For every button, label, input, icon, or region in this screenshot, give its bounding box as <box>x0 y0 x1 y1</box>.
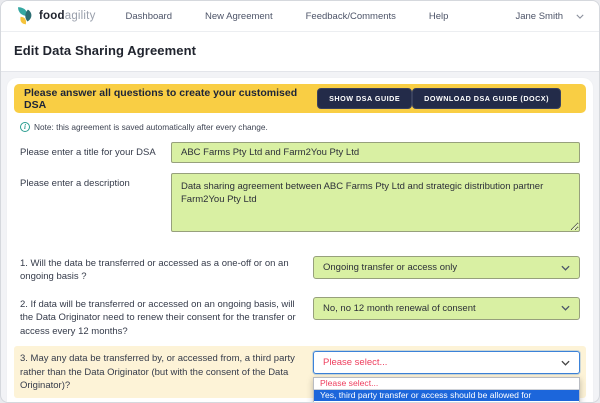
question-row-3: 3. May any data be transferred by, or ac… <box>14 346 586 402</box>
question-3-selected-value: Please select... <box>323 357 388 369</box>
question-3-text: 3. May any data be transferred by, or ac… <box>20 353 295 392</box>
question-1-selected-value: Ongoing transfer or access only <box>323 262 458 273</box>
chevron-down-icon <box>561 265 570 271</box>
brand-name-light: agility <box>64 10 96 22</box>
dropdown-option-please-select[interactable]: Please select... <box>314 378 579 391</box>
question-row-1: 1. Will the data be transferred or acces… <box>14 251 586 289</box>
question-2-select[interactable]: No, no 12 month renewal of consent <box>313 296 580 320</box>
info-icon: i <box>20 122 30 132</box>
question-1-select[interactable]: Ongoing transfer or access only <box>313 256 580 279</box>
main-nav: Dashboard New Agreement Feedback/Comment… <box>126 11 449 22</box>
question-2-selected-value: No, no 12 month renewal of consent <box>323 302 476 314</box>
dropdown-option-yes-third-party[interactable]: Yes, third party transfer or access shou… <box>314 390 579 402</box>
dsa-form-card: Please answer all questions to create yo… <box>7 78 593 402</box>
question-3-dropdown: Please select... Yes, third party transf… <box>313 377 580 402</box>
show-dsa-guide-button[interactable]: SHOW DSA GUIDE <box>317 88 413 109</box>
dsa-description-label: Please enter a description <box>20 178 130 189</box>
instruction-banner: Please answer all questions to create yo… <box>14 84 586 113</box>
chevron-down-icon <box>576 14 584 19</box>
nav-item-dashboard[interactable]: Dashboard <box>126 11 172 22</box>
chevron-down-icon <box>561 360 570 366</box>
question-row-2: 2. If data will be transferred or access… <box>14 292 586 343</box>
chevron-down-icon <box>561 306 570 312</box>
dsa-title-input[interactable] <box>171 142 580 163</box>
dsa-title-label: Please enter a title for your DSA <box>20 147 156 158</box>
user-name: Jane Smith <box>515 10 563 22</box>
dsa-title-field-row: Please enter a title for your DSA <box>14 142 586 163</box>
top-navbar: foodagility Dashboard New Agreement Feed… <box>1 1 599 32</box>
dsa-description-textarea[interactable]: Data sharing agreement between ABC Farms… <box>171 173 580 232</box>
brand-name-bold: food <box>39 10 65 22</box>
banner-text: Please answer all questions to create yo… <box>24 86 298 111</box>
user-menu[interactable]: Jane Smith <box>515 11 584 22</box>
page-title-bar: Edit Data Sharing Agreement <box>1 32 599 72</box>
dsa-description-field-row: Please enter a description Data sharing … <box>14 173 586 237</box>
nav-item-new-agreement[interactable]: New Agreement <box>205 11 273 22</box>
download-dsa-guide-button[interactable]: DOWNLOAD DSA GUIDE (DOCX) <box>412 88 561 109</box>
question-2-text: 2. If data will be transferred or access… <box>20 298 296 337</box>
brand-name: foodagility <box>39 10 96 22</box>
question-1-text: 1. Will the data be transferred or acces… <box>20 258 289 283</box>
brand-logo[interactable]: foodagility <box>16 6 96 26</box>
nav-item-help[interactable]: Help <box>429 11 449 22</box>
main-content: Please answer all questions to create yo… <box>1 72 599 402</box>
foodagility-logo-icon <box>17 7 32 25</box>
autosave-note-text: Note: this agreement is saved automatica… <box>34 122 268 132</box>
app-window: foodagility Dashboard New Agreement Feed… <box>0 0 600 403</box>
nav-item-feedback-comments[interactable]: Feedback/Comments <box>306 11 396 22</box>
page-title: Edit Data Sharing Agreement <box>14 43 197 58</box>
autosave-note: i Note: this agreement is saved automati… <box>20 122 580 132</box>
question-3-select[interactable]: Please select... <box>313 351 580 375</box>
